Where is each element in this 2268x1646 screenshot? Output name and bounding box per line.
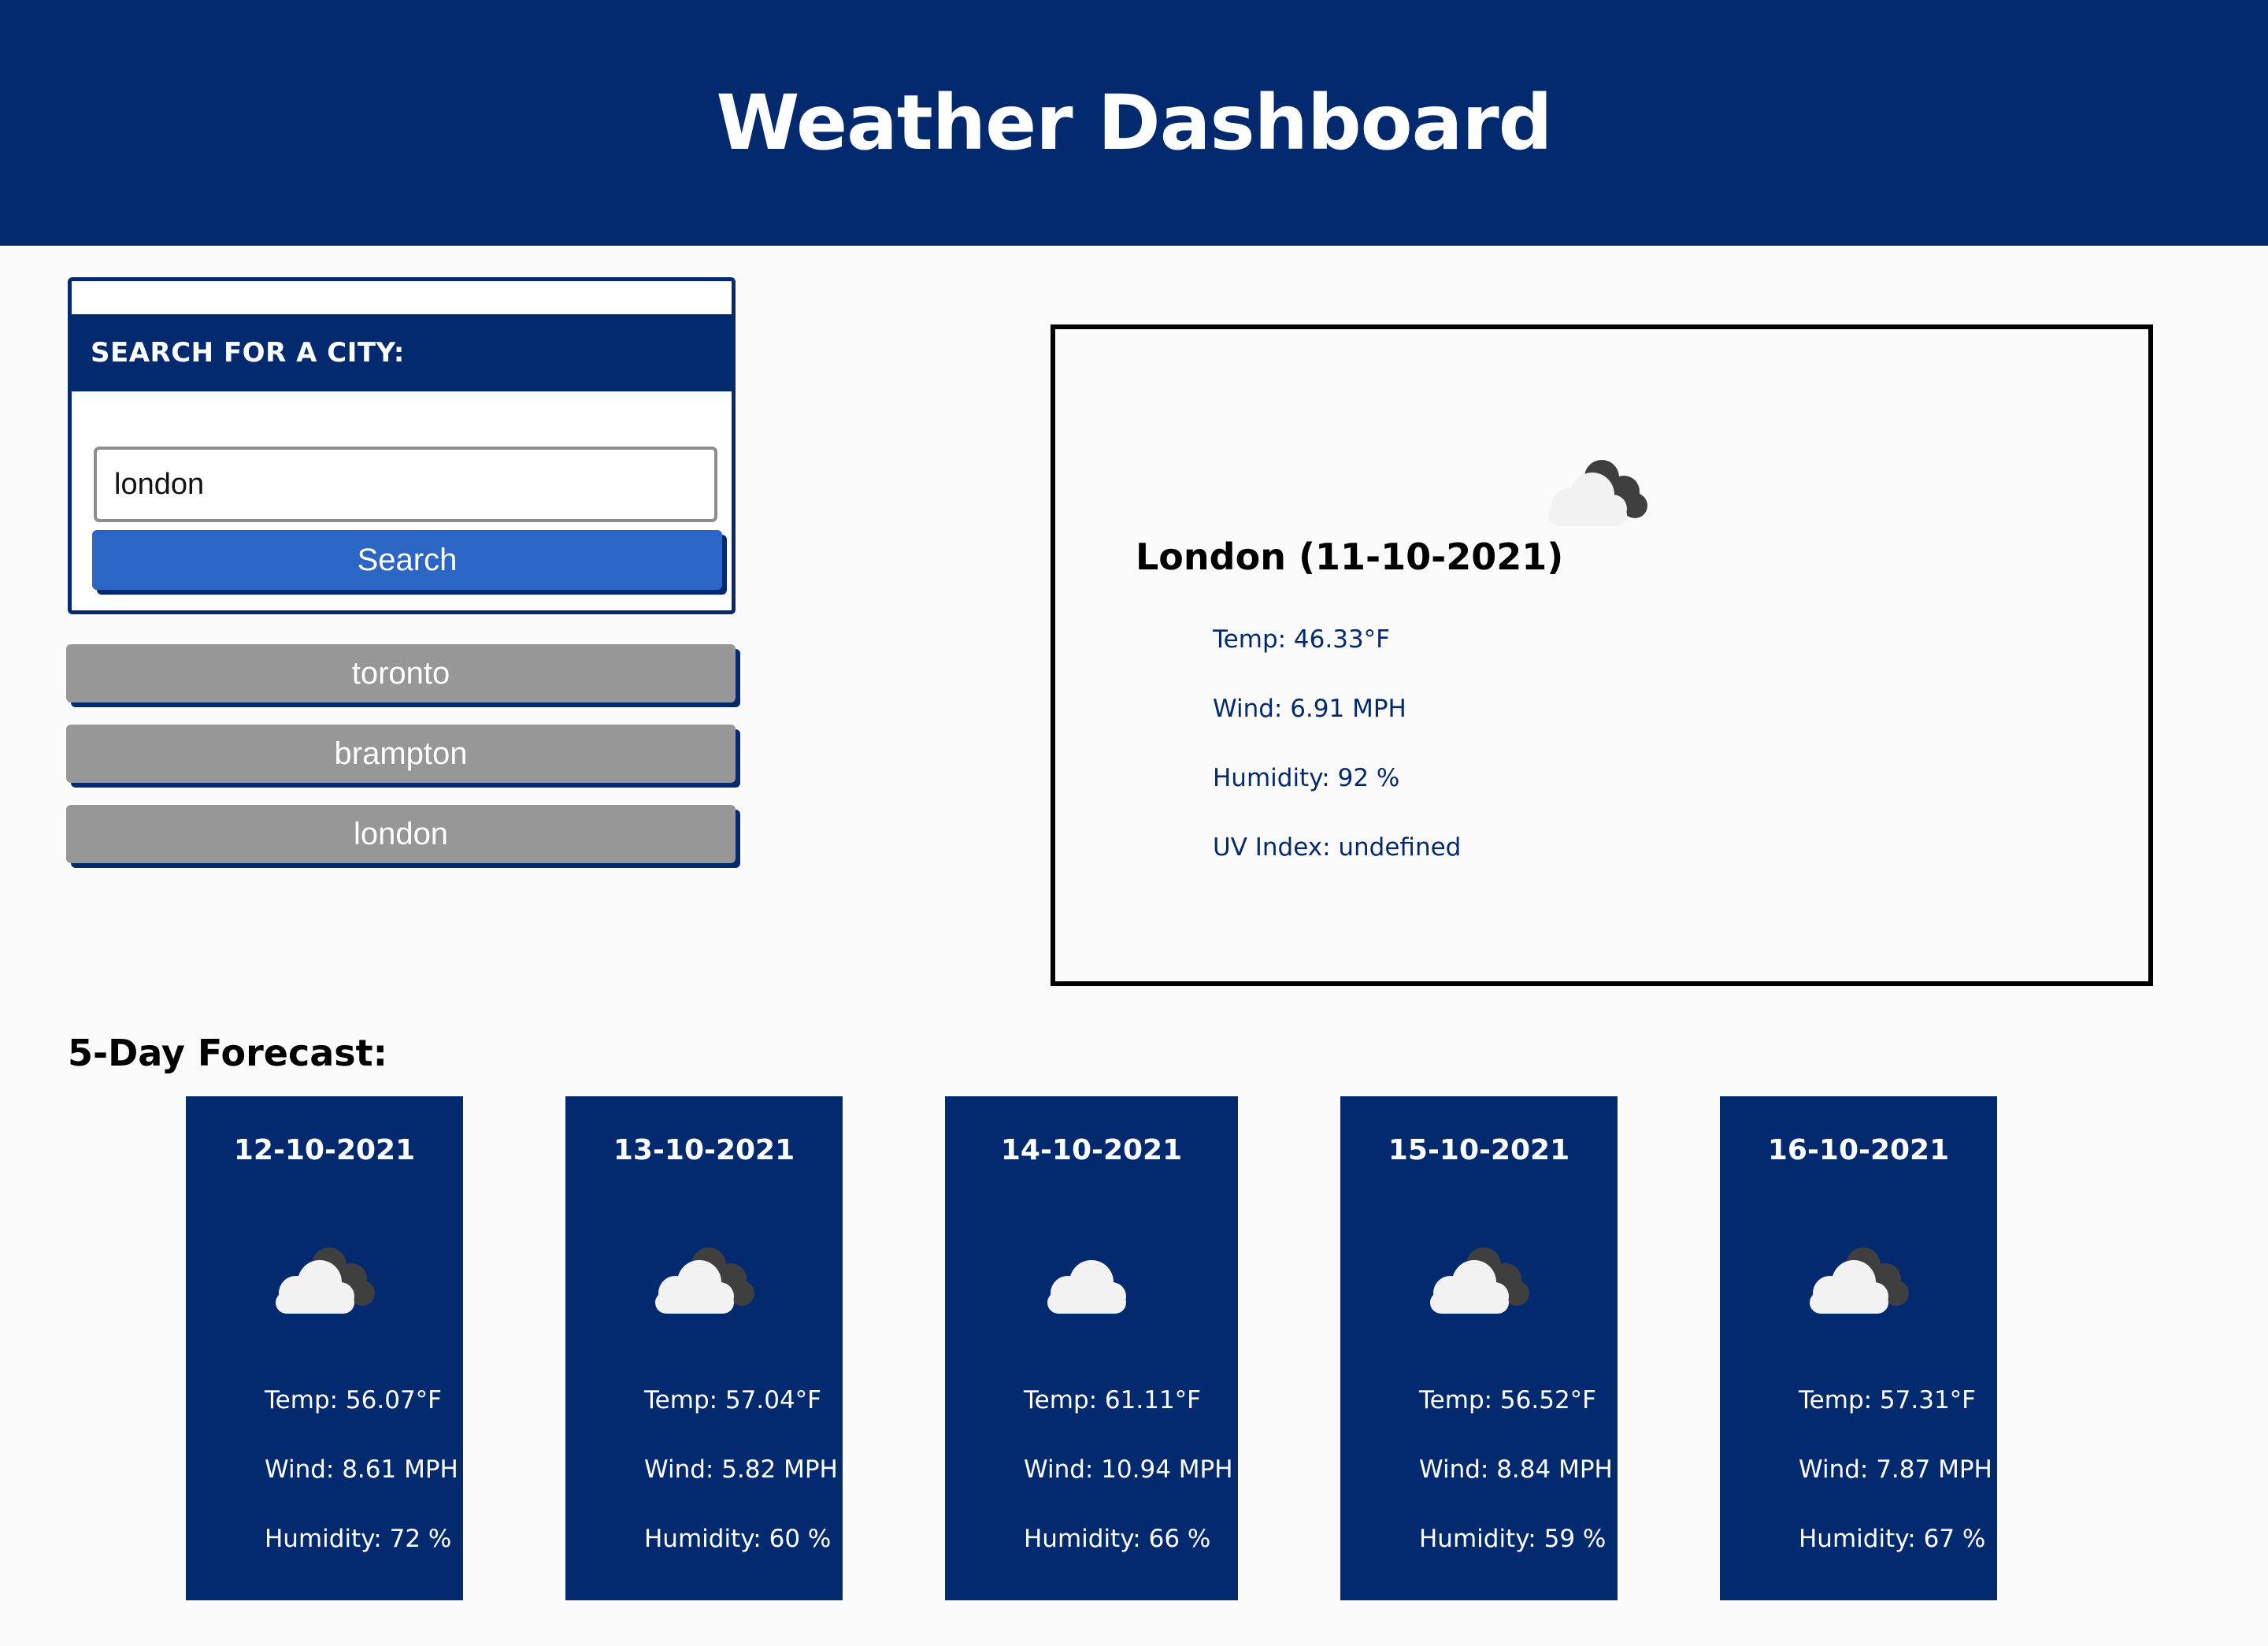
page-title: Weather Dashboard	[716, 79, 1553, 167]
history-button-brampton[interactable]: brampton	[66, 725, 736, 783]
forecast-date: 15-10-2021	[1388, 1134, 1570, 1166]
history-button-london[interactable]: london	[66, 805, 736, 863]
forecast-temp: Temp: 61.11°F	[1024, 1386, 1201, 1414]
current-uv-index: UV Index: undefined	[1213, 833, 1462, 862]
forecast-card: 14-10-2021 Temp: 61.11°F Wind: 10.94 MPH…	[945, 1096, 1238, 1600]
broken-clouds-icon	[1810, 1247, 1909, 1314]
partly-cloudy-icon	[1548, 460, 1647, 526]
forecast-temp: Temp: 57.04°F	[644, 1386, 821, 1414]
forecast-wind: Wind: 10.94 MPH	[1024, 1455, 1233, 1484]
search-button[interactable]: Search	[92, 530, 722, 590]
forecast-temp: Temp: 57.31°F	[1799, 1386, 1976, 1414]
forecast-humidity: Humidity: 59 %	[1419, 1525, 1606, 1553]
forecast-humidity: Humidity: 66 %	[1024, 1525, 1211, 1553]
forecast-title: 5-Day Forecast:	[68, 1032, 388, 1074]
forecast-wind: Wind: 8.84 MPH	[1419, 1455, 1613, 1484]
history-button-toronto[interactable]: toronto	[66, 644, 736, 703]
forecast-wind: Wind: 8.61 MPH	[265, 1455, 458, 1484]
forecast-date: 14-10-2021	[1000, 1134, 1183, 1166]
forecast-date: 16-10-2021	[1767, 1134, 1950, 1166]
city-search-input[interactable]	[94, 447, 717, 522]
app-header: Weather Dashboard	[0, 0, 2268, 246]
forecast-date: 12-10-2021	[233, 1134, 416, 1166]
current-wind: Wind: 6.91 MPH	[1213, 695, 1406, 723]
forecast-card: 16-10-2021 Temp: 57.31°F Wind: 7.87 MPH …	[1720, 1096, 1997, 1600]
current-city-title: London (11-10-2021)	[1136, 536, 1564, 578]
search-heading: SEARCH FOR A CITY:	[72, 314, 732, 391]
search-panel: SEARCH FOR A CITY: Search	[68, 277, 736, 614]
forecast-card: 12-10-2021 Temp: 56.07°F Wind: 8.61 MPH …	[186, 1096, 463, 1600]
broken-clouds-icon	[655, 1247, 754, 1314]
forecast-wind: Wind: 7.87 MPH	[1799, 1455, 1992, 1484]
forecast-humidity: Humidity: 60 %	[644, 1525, 832, 1553]
forecast-wind: Wind: 5.82 MPH	[644, 1455, 838, 1484]
forecast-humidity: Humidity: 72 %	[265, 1525, 452, 1553]
current-humidity: Humidity: 92 %	[1213, 764, 1400, 792]
forecast-temp: Temp: 56.07°F	[265, 1386, 442, 1414]
current-temp: Temp: 46.33°F	[1213, 625, 1390, 654]
cloud-icon	[1047, 1260, 1126, 1314]
broken-clouds-icon	[276, 1247, 375, 1314]
forecast-humidity: Humidity: 67 %	[1799, 1525, 1986, 1553]
current-weather-panel: London (11-10-2021) Temp: 46.33°F Wind: …	[1051, 324, 2153, 986]
forecast-card: 15-10-2021 Temp: 56.52°F Wind: 8.84 MPH …	[1340, 1096, 1618, 1600]
forecast-card: 13-10-2021 Temp: 57.04°F Wind: 5.82 MPH …	[565, 1096, 843, 1600]
broken-clouds-icon	[1430, 1247, 1529, 1314]
forecast-date: 13-10-2021	[613, 1134, 795, 1166]
forecast-temp: Temp: 56.52°F	[1419, 1386, 1596, 1414]
